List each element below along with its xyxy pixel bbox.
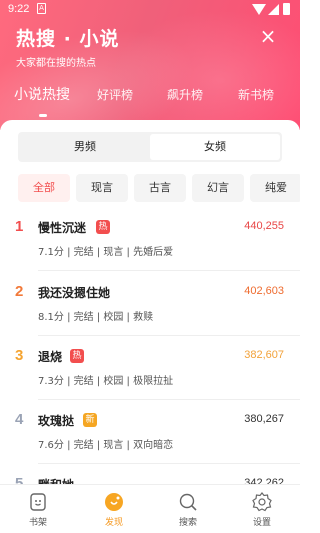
close-icon[interactable]: × [258, 26, 278, 46]
book-title: 退烧 [38, 350, 63, 364]
tab-search[interactable]: 搜索 [158, 491, 218, 531]
book-row[interactable]: 3 退烧 热 7.3分 | 完结 | 校园 | 极限拉扯 382,607 [0, 347, 300, 411]
gender-toggle: 男频 女频 [18, 132, 282, 162]
rank-number: 1 [15, 218, 24, 235]
heat-score: 440,255 [244, 220, 284, 232]
tab-label: 书架 [28, 518, 47, 528]
book-meta: 7.3分 | 完结 | 校园 | 极限拉扯 [38, 376, 174, 387]
category-filter: 全部 现言 古言 幻言 纯爱 [18, 174, 300, 202]
header: 9:22 A 热搜 · 小说 大家都在搜的热点 × 小说热搜 好评榜 飙升榜 新… [0, 0, 300, 130]
status-time: 9:22 [8, 3, 30, 15]
rank-number: 4 [15, 411, 24, 428]
hot-badge: 热 [96, 220, 110, 234]
wifi-icon [252, 4, 266, 15]
tab-bookshelf[interactable]: 书架 [8, 491, 68, 531]
ranking-panel: 男频 女频 全部 现言 古言 幻言 纯爱 1 慢性沉迷 热 7.1分 | 完结 … [0, 120, 300, 500]
tab-label: 搜索 [178, 518, 197, 528]
signal-icon [268, 4, 279, 15]
rank-number: 2 [15, 283, 24, 300]
search-icon [179, 493, 197, 511]
category-ancient-romance[interactable]: 古言 [134, 174, 186, 202]
male-channel-button[interactable]: 男频 [20, 134, 150, 160]
book-title: 慢性沉迷 [38, 221, 87, 235]
tab-hot-search[interactable]: 小说热搜 [14, 84, 70, 104]
tab-label: 发现 [104, 518, 123, 528]
discover-icon [105, 493, 123, 511]
category-danmei[interactable]: 纯爱 [250, 174, 300, 202]
rank-number: 3 [15, 347, 24, 364]
battery-icon [283, 3, 290, 15]
category-all[interactable]: 全部 [18, 174, 70, 202]
tab-top-rated[interactable]: 好评榜 [97, 86, 133, 103]
tab-rising[interactable]: 飙升榜 [167, 86, 203, 103]
book-row[interactable]: 2 我还没摁住她 8.1分 | 完结 | 校园 | 救赎 402,603 [0, 283, 300, 347]
divider [38, 399, 300, 400]
female-channel-button[interactable]: 女频 [150, 134, 280, 160]
bookshelf-icon [30, 493, 46, 511]
book-meta: 7.1分 | 完结 | 现言 | 先婚后爱 [38, 247, 174, 258]
ranking-tabs: 小说热搜 好评榜 飙升榜 新书榜 [0, 86, 300, 112]
tab-label: 设置 [252, 518, 271, 528]
hot-badge: 热 [70, 349, 84, 363]
page-title: 热搜 · 小说 [16, 28, 120, 50]
tab-new-books[interactable]: 新书榜 [238, 86, 274, 103]
tab-settings[interactable]: 设置 [232, 491, 292, 531]
book-meta: 8.1分 | 完结 | 校园 | 救赎 [38, 312, 154, 323]
divider [38, 335, 300, 336]
heat-score: 382,607 [244, 349, 284, 361]
status-bar: 9:22 A [0, 0, 300, 20]
divider [38, 463, 300, 464]
page-subtitle: 大家都在搜的热点 [16, 58, 96, 69]
category-fantasy-romance[interactable]: 幻言 [192, 174, 244, 202]
book-row[interactable]: 1 慢性沉迷 热 7.1分 | 完结 | 现言 | 先婚后爱 440,255 [0, 218, 300, 282]
book-row[interactable]: 4 玫瑰挞 新 7.6分 | 完结 | 现言 | 双向暗恋 380,267 [0, 411, 300, 475]
bottom-tab-bar: 书架 发现 搜索 设置 [0, 484, 300, 533]
category-modern-romance[interactable]: 现言 [76, 174, 128, 202]
book-meta: 7.6分 | 完结 | 现言 | 双向暗恋 [38, 440, 174, 451]
sim-icon: A [37, 3, 46, 14]
book-title: 玫瑰挞 [38, 414, 75, 428]
book-title: 我还没摁住她 [38, 286, 111, 300]
settings-icon [252, 492, 272, 512]
new-badge: 新 [83, 413, 97, 427]
divider [38, 270, 300, 271]
heat-score: 380,267 [244, 413, 284, 425]
heat-score: 402,603 [244, 285, 284, 297]
tab-discover[interactable]: 发现 [84, 491, 144, 531]
active-tab-indicator [39, 114, 47, 117]
